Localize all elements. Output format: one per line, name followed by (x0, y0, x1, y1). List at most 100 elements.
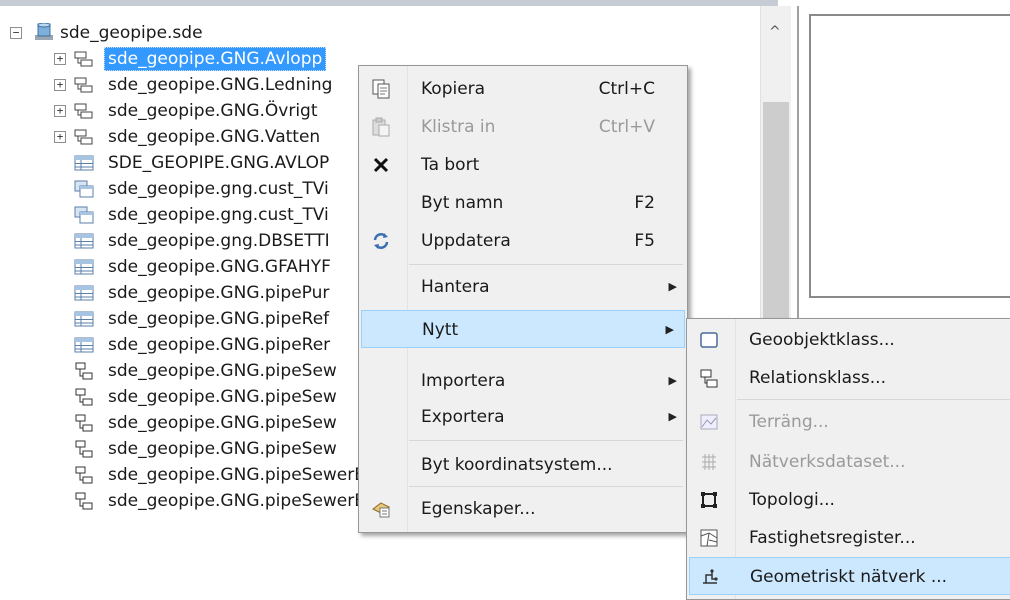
menu-item-nytt[interactable]: Nytt ▶ (361, 310, 685, 348)
tree-item-label[interactable]: sde_geopipe.GNG.Vatten (108, 124, 320, 150)
network-dataset-icon (702, 454, 716, 470)
tree-item-label[interactable]: sde_geopipe.gng.DBSETTI (108, 228, 330, 254)
menu-separator (409, 486, 683, 487)
menu-item-exportera[interactable]: Exportera ▶ (359, 398, 687, 436)
menu-item-label: Byt namn (421, 193, 504, 213)
table-icon (74, 155, 94, 171)
tree-item-label[interactable]: sde_geopipe.GNG.pipeSew (108, 410, 337, 436)
tree-item-label[interactable]: sde_geopipe.GNG.pipeSew (108, 384, 337, 410)
menu-item-geometriskt-natverk[interactable]: Geometriskt nätverk ... (689, 557, 1010, 595)
menu-item-egenskaper[interactable]: Egenskaper... (359, 490, 687, 528)
table-icon (74, 311, 94, 327)
tree-item-label[interactable]: sde_geopipe.GNG.pipeSew (108, 358, 337, 384)
relationship-class-icon (75, 414, 93, 432)
database-icon (35, 23, 53, 40)
menu-item-byt-koordinatsystem[interactable]: Byt koordinatsystem... (359, 446, 687, 484)
menu-item-kopiera[interactable]: Kopiera Ctrl+C (359, 70, 687, 108)
menu-item-label: Nytt (422, 320, 459, 340)
menu-item-uppdatera[interactable]: Uppdatera F5 (359, 222, 687, 260)
tree-item-label[interactable]: sde_geopipe.GNG.GFAHYF (108, 254, 331, 280)
tree-item-label[interactable]: SDE_GEOPIPE.GNG.AVLOP (108, 150, 329, 176)
menu-item-label: Egenskaper... (421, 499, 536, 519)
submenu-arrow-icon: ▶ (668, 280, 677, 293)
menu-item-natverksdataset[interactable]: Nätverksdataset... (687, 443, 1010, 481)
menu-item-klistra-in[interactable]: Klistra in Ctrl+V (359, 108, 687, 146)
relationship-class-icon (75, 388, 93, 406)
menu-item-ta-bort[interactable]: Ta bort (359, 146, 687, 184)
expand-icon[interactable]: + (54, 105, 66, 117)
menu-item-byt-namn[interactable]: Byt namn F2 (359, 184, 687, 222)
menu-item-importera[interactable]: Importera ▶ (359, 362, 687, 400)
tree-item-label[interactable]: sde_geopipe.GNG.Övrigt (108, 98, 318, 124)
menu-item-relationsklass[interactable]: Relationsklass... (687, 359, 1010, 397)
properties-icon (372, 502, 390, 518)
tree-item-label[interactable]: sde_geopipe.GNG.Ledning (108, 72, 332, 98)
menu-item-label: Fastighetsregister... (749, 528, 916, 548)
tree-item-label[interactable]: sde_geopipe.GNG.Avlopp (104, 47, 327, 71)
collapse-icon[interactable]: − (10, 27, 22, 39)
menu-item-terrang[interactable]: Terräng... (687, 403, 1010, 441)
scrollbar-thumb[interactable] (763, 102, 789, 352)
menu-item-geoobjektklass[interactable]: Geoobjektklass... (687, 321, 1010, 359)
menu-item-label: Nätverksdataset... (749, 452, 906, 472)
delete-icon (373, 157, 389, 173)
relationship-class-icon (75, 362, 93, 380)
tree-item-label[interactable]: sde_geopipe.gng.cust_TVi (108, 176, 329, 202)
menu-item-hantera[interactable]: Hantera ▶ (359, 268, 687, 306)
copy-icon (372, 79, 390, 99)
relationship-class-icon (700, 369, 718, 388)
tree-root-label[interactable]: sde_geopipe.sde (60, 20, 203, 46)
menu-item-shortcut: F5 (634, 231, 655, 251)
tree-item-label[interactable]: sde_geopipe.gng.cust_TVi (108, 202, 329, 228)
geometric-network-icon (703, 569, 718, 584)
tree-item-label[interactable]: sde_geopipe.GNG.pipePur (108, 280, 329, 306)
relationship-class-icon (75, 440, 93, 458)
submenu-nytt: Geoobjektklass... Relationsklass... Terr… (686, 318, 1010, 600)
table-icon (74, 337, 94, 353)
menu-item-label: Ta bort (421, 155, 480, 175)
menu-item-label: Geometriskt nätverk ... (750, 567, 948, 587)
expand-icon[interactable]: + (54, 53, 66, 65)
paste-icon (372, 117, 390, 137)
table-icon (74, 259, 94, 275)
table-icon (74, 233, 94, 249)
tree-item-label[interactable]: sde_geopipe.GNG.pipeSew (108, 436, 337, 462)
parcel-fabric-icon (700, 529, 718, 547)
scroll-up-icon[interactable]: ^ (769, 24, 781, 40)
menu-item-label: Relationsklass... (749, 368, 886, 388)
menu-item-label: Uppdatera (421, 231, 511, 251)
terrain-icon (700, 414, 718, 430)
menu-item-label: Kopiera (421, 79, 486, 99)
table-icon (74, 285, 94, 301)
menu-separator (737, 399, 1010, 400)
menu-item-label: Importera (421, 371, 506, 391)
feature-dataset-icon (74, 77, 93, 93)
menu-item-topologi[interactable]: Topologi... (687, 481, 1010, 519)
menu-item-shortcut: F2 (634, 193, 655, 213)
view-icon (74, 180, 94, 198)
submenu-arrow-icon: ▶ (668, 374, 677, 387)
relationship-class-icon (75, 466, 93, 484)
menu-item-label: Topologi... (749, 490, 835, 510)
submenu-arrow-icon: ▶ (668, 410, 677, 423)
refresh-icon (373, 233, 389, 249)
tree-item-label[interactable]: sde_geopipe.GNG.pipeRef (108, 306, 329, 332)
context-menu: Kopiera Ctrl+C Klistra in Ctrl+V Ta bort… (358, 65, 688, 533)
menu-item-label: Geoobjektklass... (749, 330, 895, 350)
menu-item-label: Klistra in (421, 117, 496, 137)
topology-icon (701, 492, 717, 508)
feature-dataset-icon (74, 129, 93, 145)
menu-item-shortcut: Ctrl+C (598, 79, 655, 99)
view-icon (74, 206, 94, 224)
menu-item-fastighetsregister[interactable]: Fastighetsregister... (687, 519, 1010, 557)
feature-dataset-icon (74, 103, 93, 119)
relationship-class-icon (75, 492, 93, 510)
expand-icon[interactable]: + (54, 131, 66, 143)
expand-icon[interactable]: + (54, 79, 66, 91)
menu-item-label: Hantera (421, 277, 490, 297)
feature-class-icon (700, 332, 718, 348)
tree-item-label[interactable]: sde_geopipe.GNG.pipeRer (108, 332, 330, 358)
menu-item-shortcut: Ctrl+V (598, 117, 655, 137)
content-frame (809, 14, 1010, 298)
feature-dataset-icon (74, 51, 93, 67)
